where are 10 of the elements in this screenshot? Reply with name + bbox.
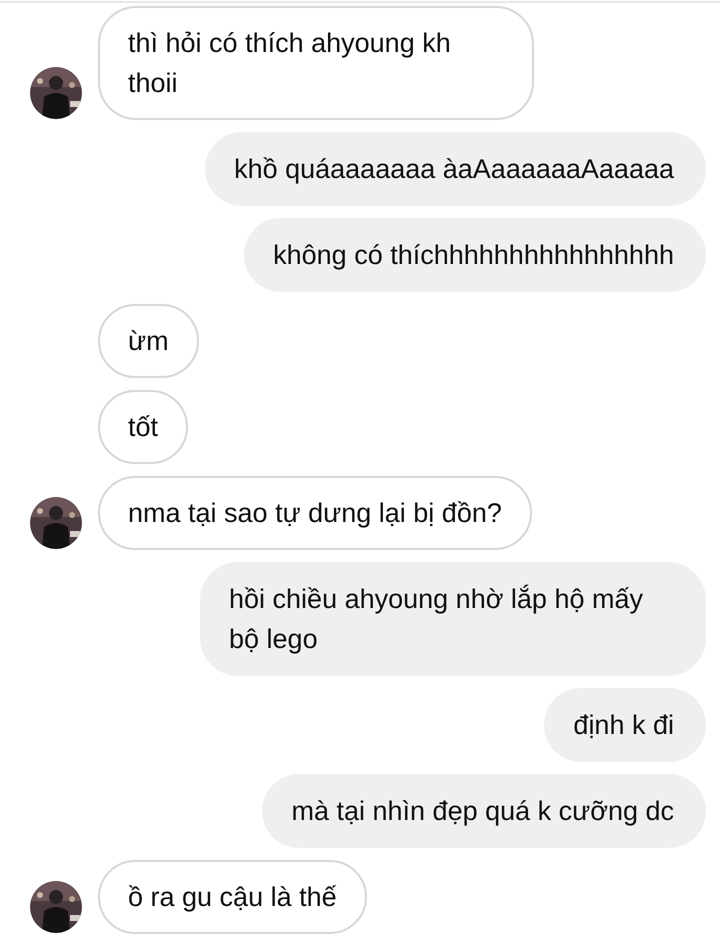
sent-message: không có thíchhhhhhhhhhhhhhhh — [244, 218, 706, 292]
sent-message: mà tại nhìn đẹp quá k cưỡng dc — [262, 774, 706, 848]
received-message: nma tại sao tự dưng lại bị đồn? — [98, 476, 532, 550]
received-message: tốt — [98, 390, 188, 464]
received-message: ồ ra gu cậu là thế — [98, 860, 367, 934]
sent-message: định k đi — [544, 688, 706, 762]
received-message: thì hỏi có thích ahyoung kh thoii — [98, 6, 534, 120]
received-message: ừm — [98, 304, 199, 378]
sent-message: khồ quáaaaaaaa àaAaaaaaaAaaaaa — [205, 132, 706, 206]
sent-message: hồi chiều ahyoung nhờ lắp hộ mấy bộ lego — [200, 562, 706, 676]
